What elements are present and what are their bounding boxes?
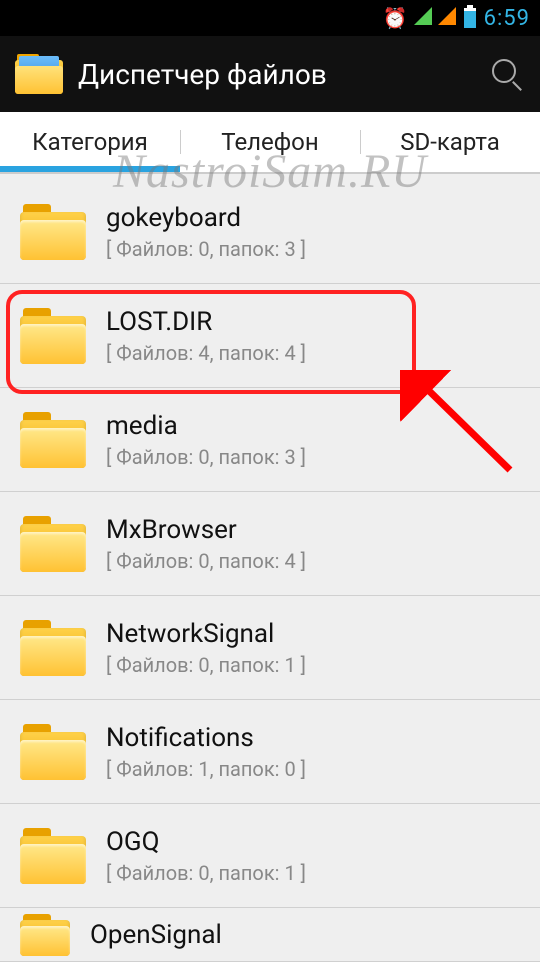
tab-category[interactable]: Категория bbox=[0, 112, 180, 172]
folder-meta: [ Файлов: 0, папок: 1 ] bbox=[106, 861, 520, 885]
list-item[interactable]: Notifications [ Файлов: 1, папок: 0 ] bbox=[0, 700, 540, 804]
folder-icon bbox=[20, 412, 86, 468]
folder-meta: [ Файлов: 0, папок: 3 ] bbox=[106, 237, 520, 261]
folder-name: Notifications bbox=[106, 723, 520, 753]
folder-meta: [ Файлов: 4, папок: 4 ] bbox=[106, 341, 520, 365]
tabs: Категория Телефон SD-карта bbox=[0, 112, 540, 172]
folder-icon bbox=[20, 724, 86, 780]
folder-name: MxBrowser bbox=[106, 515, 520, 545]
app-header: Диспетчер файлов bbox=[0, 36, 540, 112]
list-item[interactable]: NetworkSignal [ Файлов: 0, папок: 1 ] bbox=[0, 596, 540, 700]
folder-name: LOST.DIR bbox=[106, 307, 520, 337]
folder-meta: [ Файлов: 0, папок: 1 ] bbox=[106, 653, 520, 677]
list-item[interactable]: OpenSignal bbox=[0, 908, 540, 962]
tab-phone[interactable]: Телефон bbox=[180, 112, 360, 172]
folder-icon bbox=[20, 828, 86, 884]
folder-name: gokeyboard bbox=[106, 203, 520, 233]
status-time: 6:59 bbox=[484, 6, 530, 31]
tab-underline bbox=[0, 166, 180, 172]
status-bar: ⏰ 6:59 bbox=[0, 0, 540, 36]
folder-name: NetworkSignal bbox=[106, 619, 520, 649]
battery-icon bbox=[464, 8, 476, 28]
tab-sdcard[interactable]: SD-карта bbox=[360, 112, 540, 172]
list-item[interactable]: OGQ [ Файлов: 0, папок: 1 ] bbox=[0, 804, 540, 908]
folder-icon bbox=[20, 308, 86, 364]
app-icon bbox=[15, 54, 63, 94]
list-item[interactable]: media [ Файлов: 0, папок: 3 ] bbox=[0, 388, 540, 492]
folder-meta: [ Файлов: 1, папок: 0 ] bbox=[106, 757, 520, 781]
folder-list[interactable]: gokeyboard [ Файлов: 0, папок: 3 ] LOST.… bbox=[0, 180, 540, 962]
folder-meta: [ Файлов: 0, папок: 3 ] bbox=[106, 445, 520, 469]
folder-icon bbox=[20, 204, 86, 260]
list-item[interactable]: MxBrowser [ Файлов: 0, папок: 4 ] bbox=[0, 492, 540, 596]
list-item[interactable]: gokeyboard [ Файлов: 0, папок: 3 ] bbox=[0, 180, 540, 284]
list-item[interactable]: LOST.DIR [ Файлов: 4, папок: 4 ] bbox=[0, 284, 540, 388]
folder-meta: [ Файлов: 0, папок: 4 ] bbox=[106, 549, 520, 573]
folder-name: media bbox=[106, 411, 520, 441]
folder-icon bbox=[20, 620, 86, 676]
signal-1-icon bbox=[414, 7, 432, 29]
folder-icon bbox=[20, 516, 86, 572]
folder-icon bbox=[20, 914, 70, 956]
search-icon[interactable] bbox=[489, 56, 525, 92]
folder-name: OGQ bbox=[106, 827, 520, 857]
alarm-icon: ⏰ bbox=[383, 6, 408, 30]
app-title: Диспетчер файлов bbox=[78, 58, 474, 91]
signal-2-icon bbox=[438, 7, 456, 29]
folder-name: OpenSignal bbox=[90, 920, 520, 950]
